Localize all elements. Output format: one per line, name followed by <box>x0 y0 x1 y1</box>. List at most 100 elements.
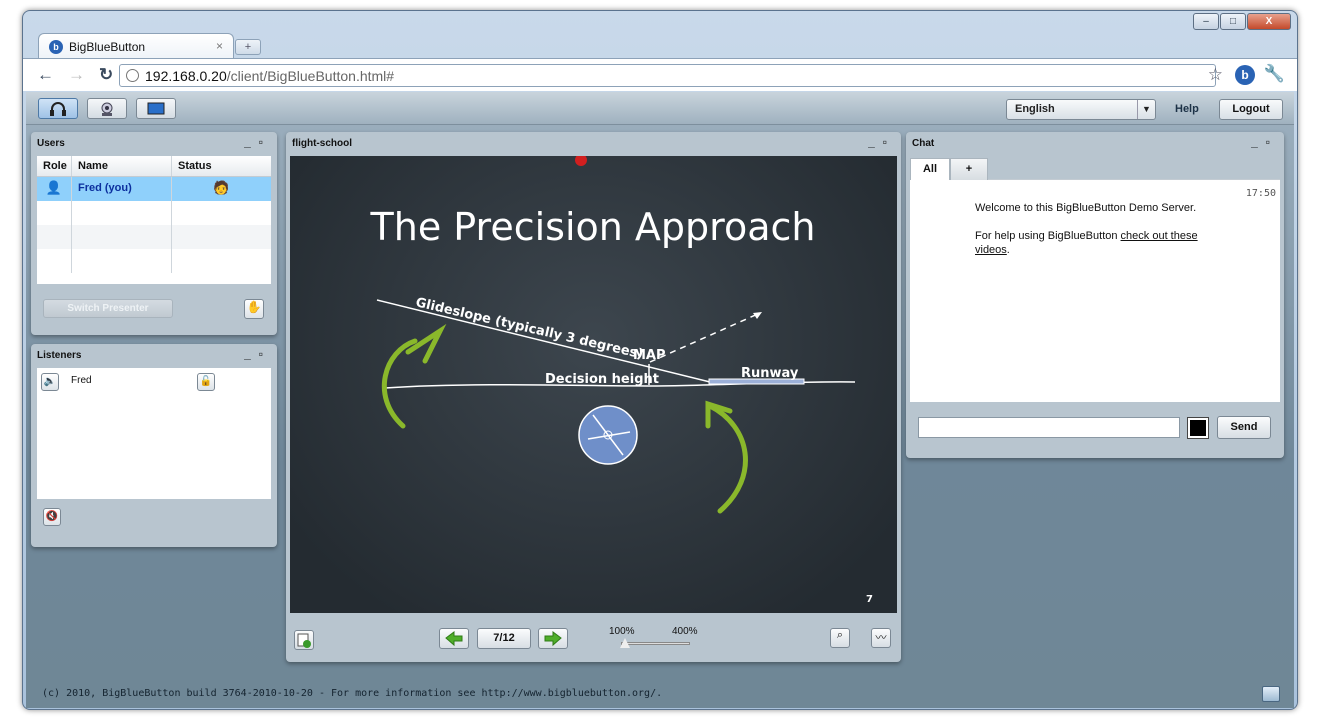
language-select[interactable]: English ▼ <box>1006 99 1156 120</box>
bigbluebutton-extension-icon[interactable]: b <box>1235 65 1255 85</box>
slide-drawing: The Precision Approach Glideslope (typic… <box>370 156 873 605</box>
mute-all-icon[interactable]: 🔇 <box>43 508 61 526</box>
desktop-share-button[interactable] <box>136 98 176 119</box>
users-panel-header: Users _▫ <box>31 132 277 154</box>
tab-add[interactable]: + <box>950 158 988 180</box>
table-row <box>37 201 271 225</box>
new-tab-button[interactable]: + <box>235 39 261 55</box>
tab-all[interactable]: All <box>910 158 950 180</box>
chevron-down-icon: ▼ <box>1137 100 1155 119</box>
zoom-slider-thumb[interactable] <box>620 638 630 648</box>
presenter-status-icon: 🧑 <box>213 180 230 195</box>
panel-window-controls[interactable]: _▫ <box>1251 135 1278 149</box>
zoom-min-label: 100% <box>609 626 635 637</box>
slide-heading: The Precision Approach <box>370 205 816 249</box>
listener-name: Fred <box>71 375 92 386</box>
slide-canvas[interactable]: The Precision Approach Glideslope (typic… <box>290 156 897 613</box>
table-row[interactable]: 👤 Fred (you) 🧑 <box>37 177 271 201</box>
table-row <box>37 249 271 273</box>
raise-hand-icon[interactable]: ✋ <box>244 299 264 319</box>
green-arrow-right <box>707 403 748 514</box>
zoom-slider-track[interactable] <box>621 642 690 645</box>
tab-title: BigBlueButton <box>69 39 146 54</box>
forward-arrow-icon[interactable]: → <box>68 65 85 85</box>
url-path: /client/BigBlueButton.html# <box>226 67 395 84</box>
upload-icon[interactable] <box>294 630 314 650</box>
main-toolbar: English ▼ Help Logout <box>26 92 1294 125</box>
send-button[interactable]: Send <box>1217 416 1271 439</box>
headset-icon <box>50 101 66 116</box>
panel-window-controls[interactable]: _▫ <box>244 135 271 149</box>
minimize-button[interactable]: – <box>1193 13 1219 30</box>
headset-button[interactable] <box>38 98 78 119</box>
fullscreen-icon[interactable] <box>1262 686 1280 702</box>
tab-close-icon[interactable]: × <box>216 39 223 53</box>
presentation-panel: flight-school _▫ The Precision Approach … <box>286 132 901 662</box>
globe-icon <box>126 69 139 82</box>
users-panel: Users _▫ Role Name Status 👤 Fred (you) 🧑 <box>31 132 277 335</box>
page-indicator-button[interactable]: 7/12 <box>477 628 531 649</box>
arrow-right-icon <box>544 631 562 647</box>
chat-panel: Chat _▫ All + 17:50 Welcome to this BigB… <box>906 132 1284 458</box>
chat-tabs: All + <box>910 158 1280 180</box>
browser-window: – □ X b BigBlueButton × + ← → ↻ 192.168.… <box>22 10 1298 710</box>
message-time: 17:50 <box>1245 188 1276 199</box>
previous-slide-button[interactable] <box>439 628 469 649</box>
column-header-status[interactable]: Status <box>172 156 271 176</box>
users-table-header: Role Name Status <box>37 156 271 177</box>
fit-page-icon[interactable]: ⌕ <box>830 628 850 648</box>
back-arrow-icon[interactable]: ← <box>37 65 54 85</box>
zoom-max-label: 400% <box>672 626 698 637</box>
whiteboard-pen-icon[interactable]: 〰 <box>871 628 891 648</box>
presentation-panel-header: flight-school _▫ <box>286 132 901 154</box>
decision-height-label: Decision height <box>545 372 659 387</box>
table-row <box>37 225 271 249</box>
panel-window-controls[interactable]: _▫ <box>244 347 271 361</box>
presentation-title: flight-school <box>292 138 352 149</box>
footer-text: (c) 2010, BigBlueButton build 3764-2010-… <box>42 688 663 699</box>
runway-label: Runway <box>741 366 799 381</box>
chat-message-input[interactable] <box>918 417 1180 438</box>
welcome-text: Welcome to this BigBlueButton Demo Serve… <box>975 202 1197 214</box>
user-name: Fred (you) <box>72 177 172 201</box>
navigation-bar: ← → ↻ 192.168.0.20/client/BigBlueButton.… <box>23 58 1297 91</box>
chat-message: Welcome to this BigBlueButton Demo Serve… <box>975 201 1265 257</box>
glideslope-label: Glideslope (typically 3 degrees) <box>414 295 644 362</box>
webcam-icon <box>101 102 113 116</box>
unlock-icon[interactable]: 🔓 <box>197 373 215 391</box>
maximize-button[interactable]: □ <box>1220 13 1246 30</box>
text-color-picker[interactable] <box>1187 417 1209 439</box>
bigbluebutton-logo-icon: b <box>49 39 63 54</box>
monitor-icon <box>147 102 165 114</box>
switch-presenter-button[interactable]: Switch Presenter <box>43 299 173 318</box>
window-controls: – □ X <box>1193 13 1291 30</box>
map-label: MAP <box>633 348 666 363</box>
wrench-menu-icon[interactable]: 🔧 <box>1264 64 1285 84</box>
column-header-name[interactable]: Name <box>72 156 172 176</box>
listeners-panel: Listeners _▫ 🔈 Fred 🔓 🔇 <box>31 344 277 547</box>
missed-approach-line <box>649 312 761 363</box>
close-window-button[interactable]: X <box>1247 13 1291 30</box>
address-bar[interactable]: 192.168.0.20/client/BigBlueButton.html# <box>119 64 1216 87</box>
next-slide-button[interactable] <box>538 628 568 649</box>
browser-tab[interactable]: b BigBlueButton × <box>38 33 234 59</box>
bookmark-star-icon[interactable]: ☆ <box>1208 65 1223 85</box>
url-host: 192.168.0.20 <box>145 67 227 84</box>
bigbluebutton-app: English ▼ Help Logout Users _▫ Role Name… <box>26 92 1294 708</box>
chat-messages: 17:50 Welcome to this BigBlueButton Demo… <box>910 180 1280 402</box>
users-table: Role Name Status 👤 Fred (you) 🧑 <box>37 156 271 284</box>
chat-panel-header: Chat _▫ <box>906 132 1284 154</box>
arrow-left-icon <box>445 631 463 647</box>
webcam-button[interactable] <box>87 98 127 119</box>
chat-panel-title: Chat <box>912 138 935 149</box>
reload-icon[interactable]: ↻ <box>99 65 113 85</box>
language-value: English <box>1015 103 1055 115</box>
listeners-panel-header: Listeners _▫ <box>31 344 277 366</box>
speaker-icon[interactable]: 🔈 <box>41 373 59 391</box>
users-panel-title: Users <box>37 138 65 149</box>
logout-button[interactable]: Logout <box>1219 99 1283 120</box>
moderator-role-icon: 👤 <box>37 177 72 201</box>
panel-window-controls[interactable]: _▫ <box>868 135 895 149</box>
column-header-role[interactable]: Role <box>37 156 72 176</box>
help-link[interactable]: Help <box>1175 103 1199 115</box>
